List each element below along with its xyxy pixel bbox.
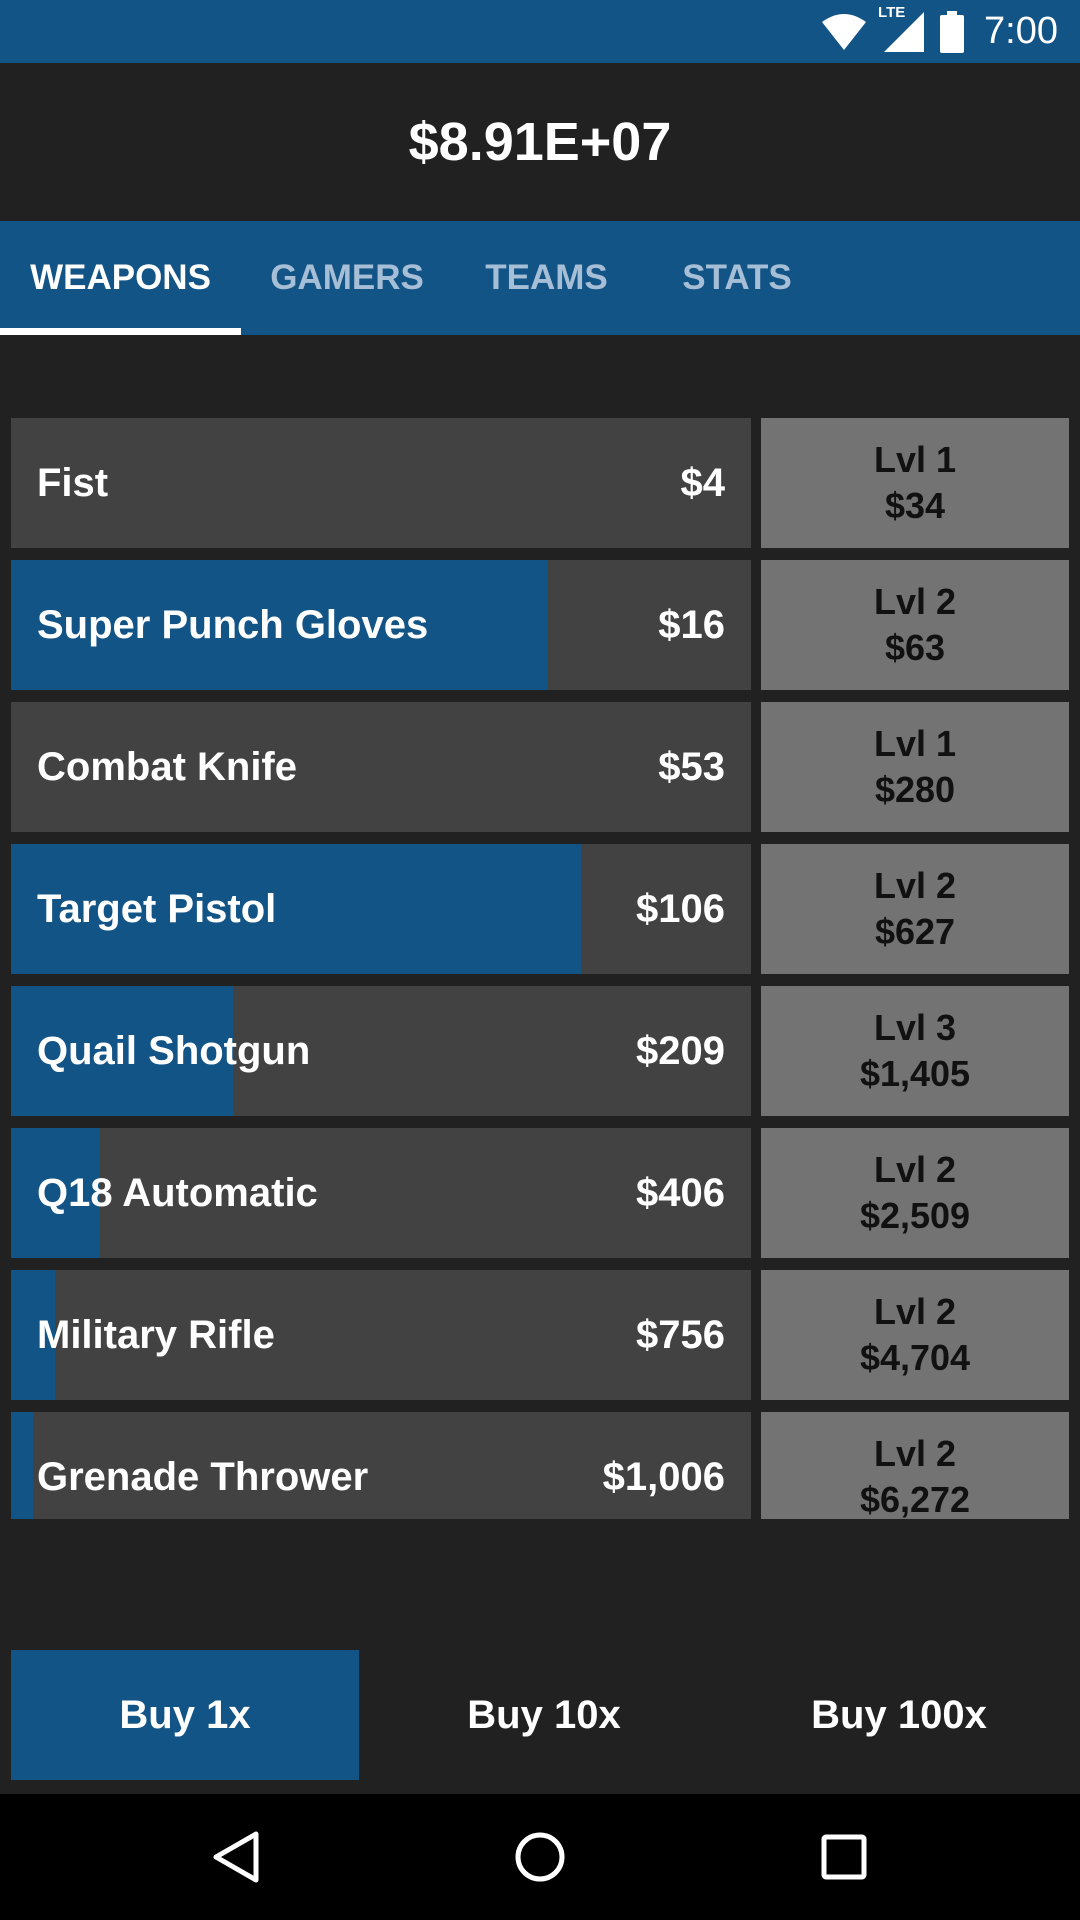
weapon-row: Military Rifle $756 Lvl 2 $4,704 [11, 1270, 1069, 1400]
weapon-row: Super Punch Gloves $16 Lvl 2 $63 [11, 560, 1069, 690]
battery-icon [940, 10, 965, 53]
tab-indicator [0, 328, 241, 335]
weapon-name: Grenade Thrower [37, 1454, 369, 1499]
back-icon [213, 1831, 259, 1883]
upgrade-cost: $4,704 [859, 1337, 971, 1378]
upgrade-cost: $280 [874, 769, 956, 810]
upgrade-button[interactable]: Lvl 1 $280 [761, 702, 1069, 832]
weapon-row: Grenade Thrower $1,006 Lvl 2 $6,272 [11, 1412, 1069, 1519]
tab-weapons[interactable]: WEAPONS [0, 221, 241, 335]
upgrade-button[interactable]: Lvl 2 $627 [761, 844, 1069, 974]
upgrade-level: Lvl 2 [873, 581, 957, 622]
status-icons: LTE 7:00 [820, 0, 1058, 63]
weapon-price: $406 [636, 1170, 725, 1215]
weapon-name: Target Pistol [37, 886, 277, 931]
upgrade-level: Lvl 1 [873, 439, 957, 480]
weapon-item[interactable]: Super Punch Gloves $16 [11, 560, 751, 690]
upgrade-button[interactable]: Lvl 1 $34 [761, 418, 1069, 548]
tab-gamers[interactable]: GAMERS [241, 221, 453, 335]
weapon-name: Q18 Automatic [37, 1170, 318, 1215]
home-button[interactable] [460, 1794, 620, 1920]
weapon-name: Combat Knife [37, 744, 297, 789]
upgrade-cost: $34 [884, 485, 946, 526]
upgrade-level: Lvl 2 [873, 1433, 957, 1474]
upgrade-level: Lvl 3 [873, 1007, 957, 1048]
upgrade-cost: $627 [874, 911, 956, 952]
upgrade-button[interactable]: Lvl 2 $4,704 [761, 1270, 1069, 1400]
header: $8.91E+07 [0, 63, 1080, 221]
weapon-price: $106 [636, 886, 725, 931]
weapon-row: Q18 Automatic $406 Lvl 2 $2,509 [11, 1128, 1069, 1258]
weapon-row: Target Pistol $106 Lvl 2 $627 [11, 844, 1069, 974]
upgrade-button[interactable]: Lvl 2 $63 [761, 560, 1069, 690]
upgrade-cost: $2,509 [859, 1195, 971, 1236]
upgrade-button[interactable]: Lvl 2 $2,509 [761, 1128, 1069, 1258]
back-button[interactable] [156, 1794, 316, 1920]
weapon-price: $1,006 [602, 1454, 725, 1499]
weapon-item[interactable]: Fist $4 [11, 418, 751, 548]
network-type-label: LTE [878, 3, 906, 21]
weapon-name: Super Punch Gloves [37, 602, 429, 647]
buy-100x-button[interactable]: Buy 100x [729, 1650, 1069, 1780]
weapon-row: Combat Knife $53 Lvl 1 $280 [11, 702, 1069, 832]
weapon-row: Quail Shotgun $209 Lvl 3 $1,405 [11, 986, 1069, 1116]
weapons-list[interactable]: Fist $4 Lvl 1 $34 Super Punch Gloves $16… [0, 418, 1080, 1519]
money-total: $8.91E+07 [408, 112, 672, 172]
weapon-row: Fist $4 Lvl 1 $34 [11, 418, 1069, 548]
cell-signal-icon: LTE [878, 4, 926, 54]
weapon-item[interactable]: Military Rifle $756 [11, 1270, 751, 1400]
weapon-item[interactable]: Quail Shotgun $209 [11, 986, 751, 1116]
weapon-item[interactable]: Grenade Thrower $1,006 [11, 1412, 751, 1519]
clock: 7:00 [984, 10, 1058, 52]
upgrade-button[interactable]: Lvl 3 $1,405 [761, 986, 1069, 1116]
buy-1x-button[interactable]: Buy 1x [11, 1650, 359, 1780]
weapon-price: $756 [636, 1312, 725, 1357]
upgrade-level: Lvl 2 [873, 865, 957, 906]
buy-multiplier-bar: Buy 1x Buy 10x Buy 100x [0, 1650, 1080, 1780]
weapon-price: $53 [658, 744, 725, 789]
weapon-name: Quail Shotgun [37, 1028, 311, 1073]
weapon-progress-fill [11, 1412, 34, 1519]
weapon-item[interactable]: Target Pistol $106 [11, 844, 751, 974]
weapon-price: $209 [636, 1028, 725, 1073]
upgrade-cost: $63 [884, 627, 946, 668]
weapon-price: $16 [658, 602, 725, 647]
tab-stats[interactable]: STATS [640, 221, 834, 335]
recents-button[interactable] [764, 1794, 924, 1920]
weapon-price: $4 [680, 460, 726, 505]
home-icon [515, 1832, 565, 1882]
upgrade-level: Lvl 2 [873, 1291, 957, 1332]
navigation-bar [0, 1794, 1080, 1920]
recents-icon [821, 1834, 867, 1880]
upgrade-button[interactable]: Lvl 2 $6,272 [761, 1412, 1069, 1519]
buy-10x-button[interactable]: Buy 10x [370, 1650, 718, 1780]
status-bar: LTE 7:00 [0, 0, 1080, 63]
tab-bar: WEAPONS GAMERS TEAMS STATS [0, 221, 1080, 335]
weapon-name: Fist [37, 460, 109, 505]
tab-teams[interactable]: TEAMS [453, 221, 640, 335]
weapon-item[interactable]: Combat Knife $53 [11, 702, 751, 832]
upgrade-cost: $6,272 [859, 1479, 971, 1519]
weapon-item[interactable]: Q18 Automatic $406 [11, 1128, 751, 1258]
wifi-icon [822, 13, 867, 50]
upgrade-cost: $1,405 [859, 1053, 971, 1094]
upgrade-level: Lvl 2 [873, 1149, 957, 1190]
weapon-name: Military Rifle [37, 1312, 275, 1357]
upgrade-level: Lvl 1 [873, 723, 957, 764]
